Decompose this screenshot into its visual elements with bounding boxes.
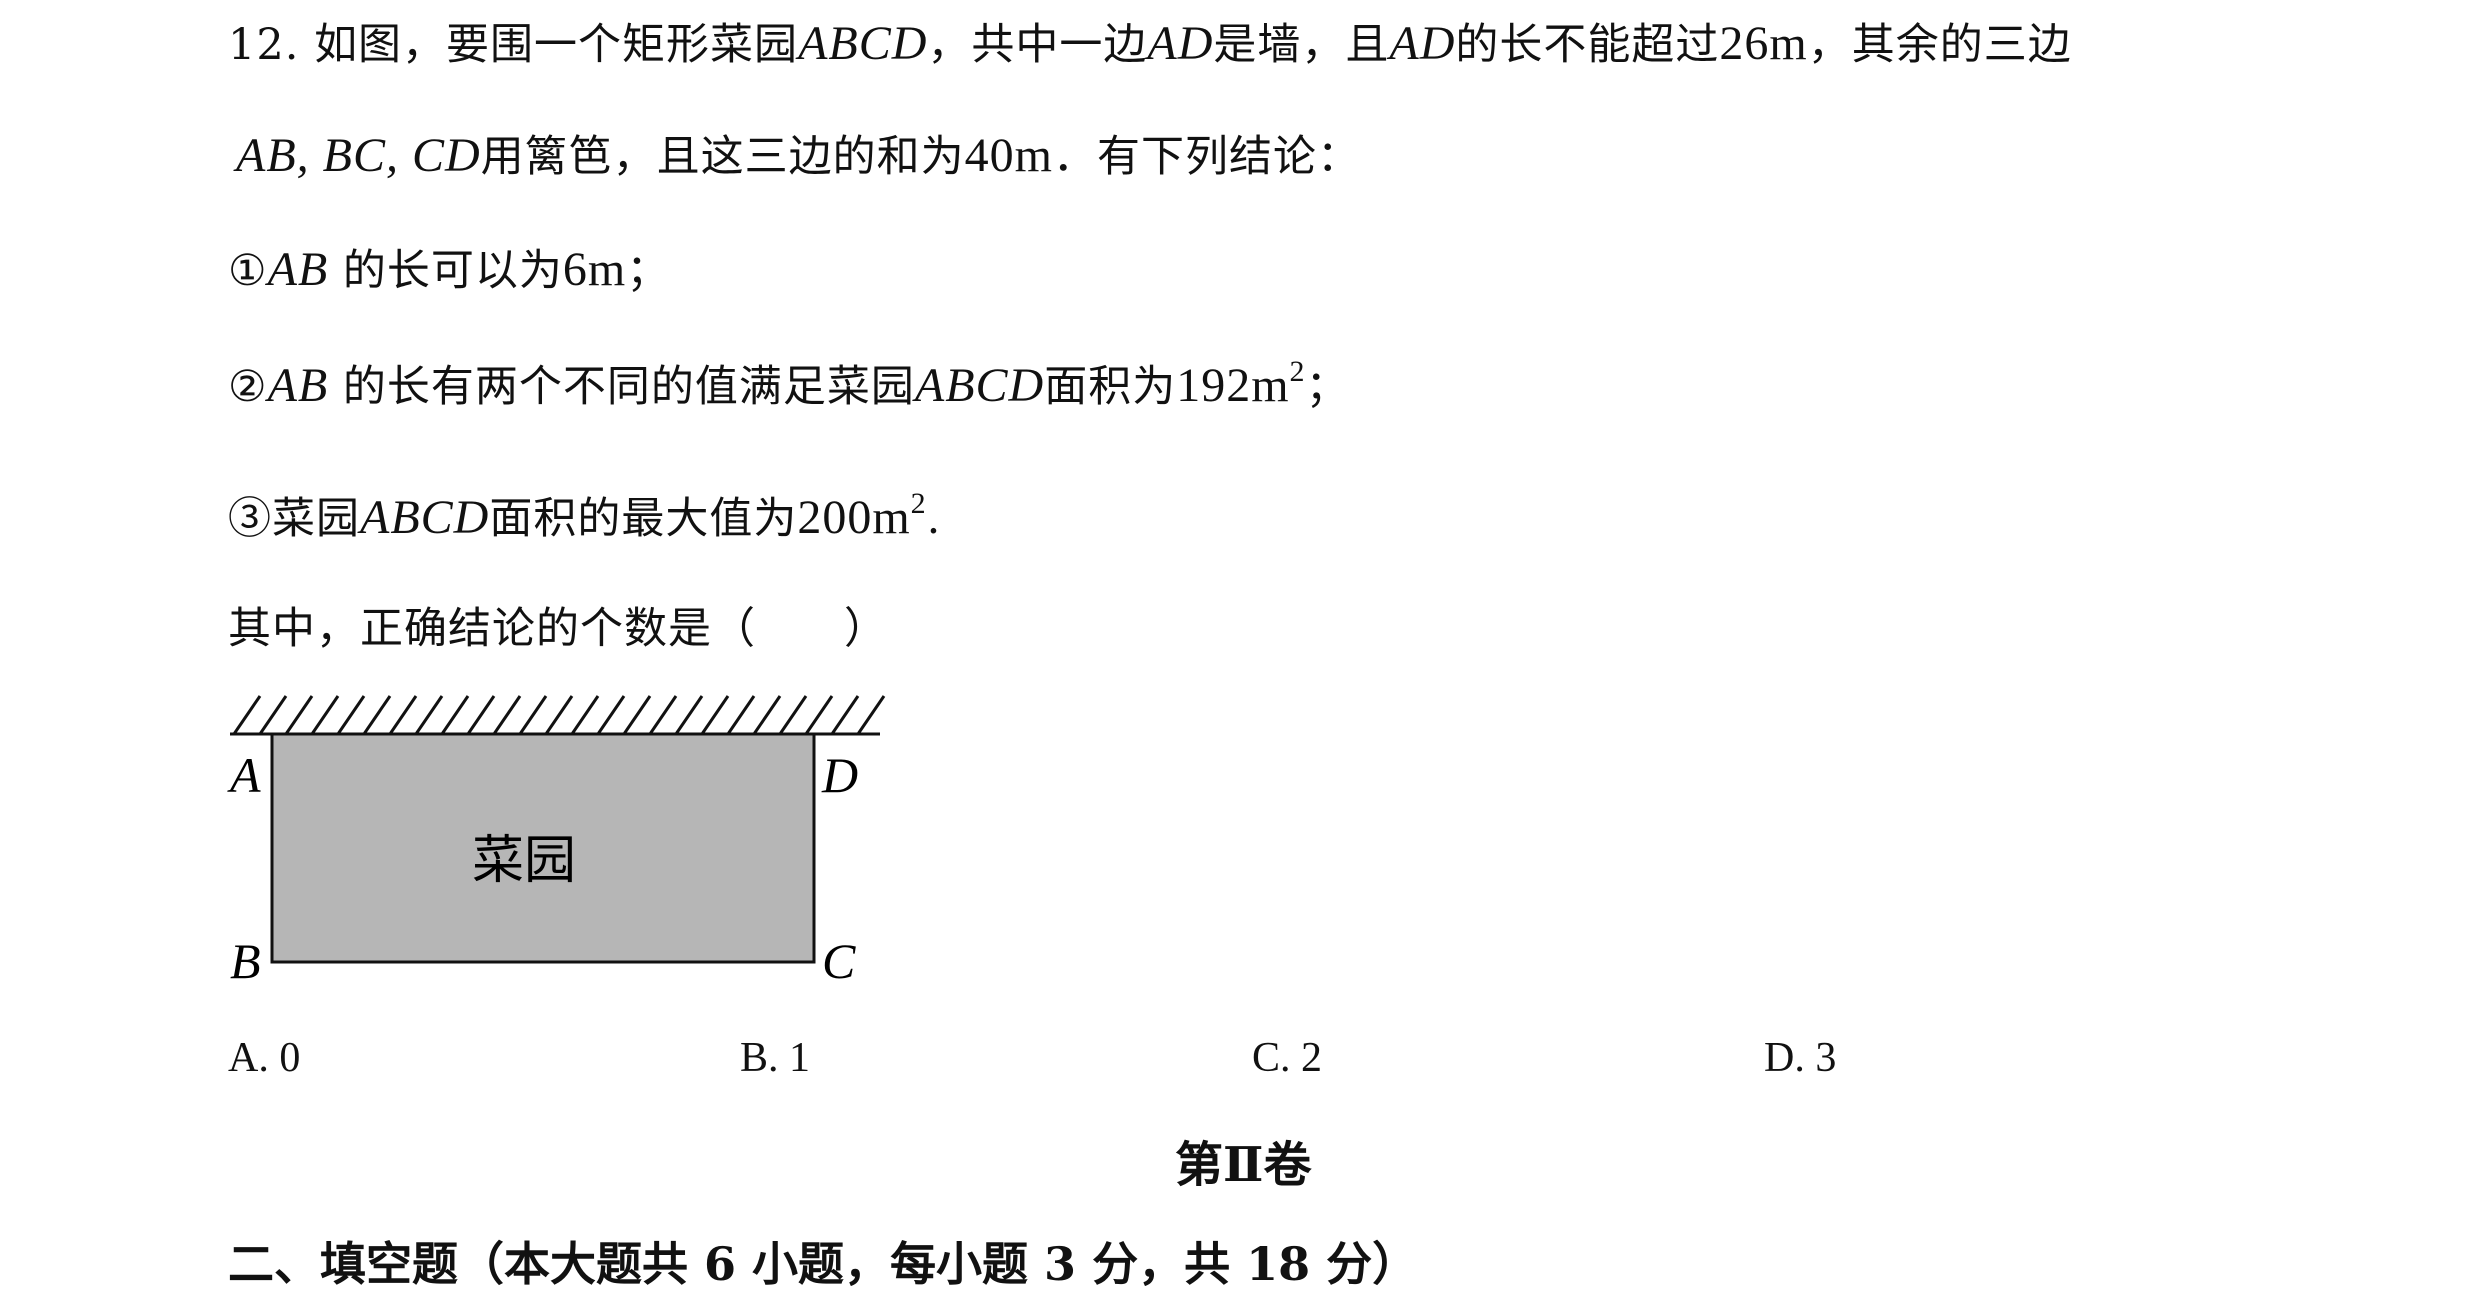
question-number: 12. — [228, 20, 300, 70]
math-ab-bc-cd: AB, BC, CD — [236, 129, 481, 182]
statement-text: 的长有两个不同的值满足菜园 — [342, 362, 915, 412]
statement-marker: ② — [228, 362, 268, 412]
statement-marker: ③ — [228, 494, 272, 544]
question-line-1: 12. 如图，要围一个矩形菜园ABCD，共中一边AD是墙，且AD的长不能超过26… — [228, 20, 2072, 68]
hatch-stroke — [804, 695, 834, 735]
hatch-stroke — [362, 695, 392, 735]
section-title: 第Ⅱ卷 — [1175, 1137, 1312, 1193]
vertex-b-label: B — [230, 933, 261, 989]
question-text: ．有下列结论： — [1053, 132, 1361, 182]
choice-b[interactable]: B. 1 — [740, 1034, 810, 1082]
hatch-stroke — [830, 695, 860, 735]
question-text: ，其余的三边 — [1807, 20, 2072, 70]
vertex-d-label: D — [821, 747, 858, 803]
hatch-stroke — [232, 695, 262, 735]
hatch-stroke — [700, 695, 730, 735]
value-26m: 26m — [1719, 17, 1808, 70]
statement-1: ①AB 的长可以为6m； — [228, 246, 670, 294]
statement-text: 的长可以为 — [342, 246, 563, 296]
statement-text: 面积为 — [1044, 362, 1177, 412]
question-text: 是墙，且 — [1213, 20, 1390, 70]
hatch-stroke — [752, 695, 782, 735]
hatch-stroke — [544, 695, 574, 735]
hatch-stroke — [310, 695, 340, 735]
statement-text: ； — [1305, 362, 1350, 412]
question-line-2: AB, BC, CD用篱笆，且这三边的和为40m．有下列结论： — [236, 132, 1361, 180]
garden-label: 菜园 — [472, 831, 576, 891]
hatch-stroke — [284, 695, 314, 735]
question-prompt: 其中，正确结论的个数是（ ） — [228, 604, 888, 654]
hatch-stroke — [492, 695, 522, 735]
part-title: 二、填空题（本大题共 6 小题，每小题 3 分，共 18 分） — [228, 1237, 1419, 1291]
hatch-stroke — [466, 695, 496, 735]
hatch-stroke — [258, 695, 288, 735]
wall-hatching — [232, 695, 886, 735]
hatch-stroke — [596, 695, 626, 735]
math-ab: AB — [267, 359, 329, 412]
math-abcd: ABCD — [360, 491, 490, 544]
math-abcd: ABCD — [914, 359, 1045, 412]
question-text: ，共中一边 — [927, 20, 1148, 70]
hatch-stroke — [674, 695, 704, 735]
vertex-c-label: C — [822, 933, 856, 989]
hatch-stroke — [648, 695, 678, 735]
value-40m: 40m — [964, 129, 1053, 182]
hatch-stroke — [336, 695, 366, 735]
value-192m: 192m — [1176, 359, 1290, 412]
choice-c[interactable]: C. 2 — [1252, 1034, 1322, 1082]
vertex-a-label: A — [227, 747, 261, 803]
statement-text: ； — [626, 246, 671, 296]
statement-text: . — [926, 494, 942, 544]
math-ad: AD — [1389, 17, 1456, 70]
choice-a[interactable]: A. 0 — [228, 1034, 300, 1082]
question-text: 的长不能超过 — [1455, 20, 1720, 70]
hatch-stroke — [856, 695, 886, 735]
hatch-stroke — [570, 695, 600, 735]
exponent: 2 — [910, 487, 927, 520]
hatch-stroke — [518, 695, 548, 735]
hatch-stroke — [726, 695, 756, 735]
garden-figure: 菜园 A D B C — [227, 695, 886, 989]
statement-text: 菜园 — [272, 494, 360, 544]
value-6m: 6m — [562, 243, 627, 296]
hatch-stroke — [622, 695, 652, 735]
math-abcd: ABCD — [798, 17, 928, 70]
hatch-stroke — [440, 695, 470, 735]
choice-d[interactable]: D. 3 — [1764, 1034, 1836, 1082]
hatch-stroke — [388, 695, 418, 735]
math-ad: AD — [1147, 17, 1214, 70]
math-ab: AB — [267, 243, 329, 296]
hatch-stroke — [414, 695, 444, 735]
question-text: 如图，要围一个矩形菜园 — [314, 20, 799, 70]
question-text: 用篱笆，且这三边的和为 — [480, 132, 965, 182]
statement-3: ③菜园ABCD面积的最大值为200m2. — [228, 489, 942, 544]
exponent: 2 — [1289, 355, 1306, 388]
statement-text: 面积的最大值为 — [489, 494, 798, 544]
statement-2: ②AB 的长有两个不同的值满足菜园ABCD面积为192m2； — [228, 357, 1350, 412]
statement-marker: ① — [228, 246, 268, 296]
hatch-stroke — [778, 695, 808, 735]
value-200m: 200m — [797, 491, 911, 544]
